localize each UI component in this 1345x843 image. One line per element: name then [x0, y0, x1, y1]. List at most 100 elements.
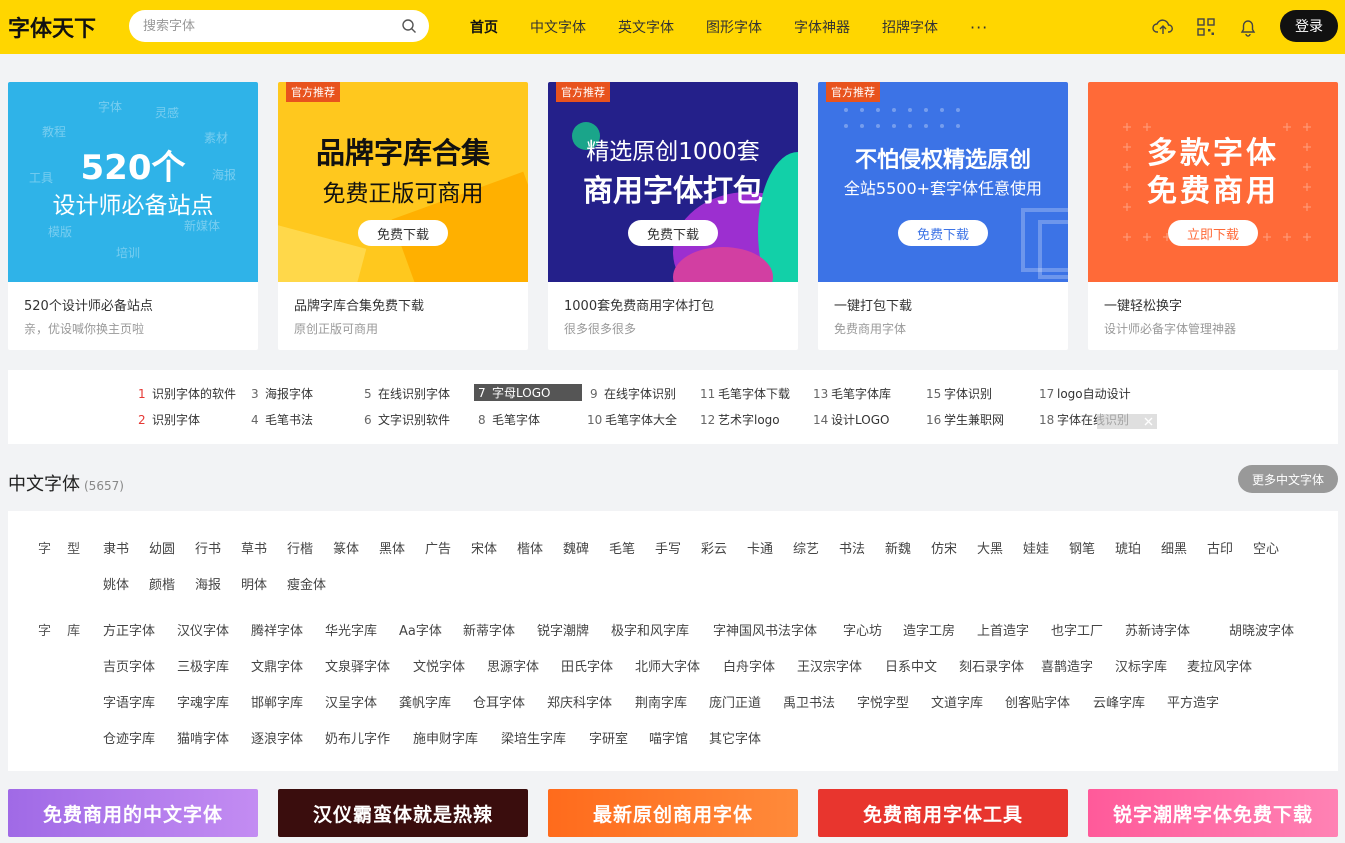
hot-search-item[interactable]: 1 识别字体的软件: [138, 385, 236, 402]
font-library-filter[interactable]: 邯郸字库: [251, 692, 303, 711]
download-now-button[interactable]: 立即下载: [1168, 220, 1258, 246]
hot-search-item[interactable]: 3 海报字体: [251, 385, 313, 402]
font-library-filter[interactable]: 平方造字: [1167, 692, 1219, 711]
font-library-filter[interactable]: 仓耳字体: [473, 692, 525, 711]
free-download-button[interactable]: 免费下载: [628, 220, 718, 246]
font-library-filter[interactable]: 施申财字库: [413, 728, 478, 747]
font-library-filter[interactable]: 字悦字型: [857, 692, 909, 711]
font-type-filter[interactable]: 钢笔: [1069, 538, 1095, 557]
font-library-filter[interactable]: 梁培生字库: [501, 728, 566, 747]
bottom-banner-free-chinese-fonts[interactable]: 免费商用的中文字体: [8, 789, 258, 837]
font-type-filter[interactable]: 黑体: [379, 538, 405, 557]
hot-search-item[interactable]: 6 文字识别软件: [364, 411, 450, 428]
font-type-filter[interactable]: 魏碑: [563, 538, 589, 557]
font-library-filter[interactable]: 逐浪字体: [251, 728, 303, 747]
font-library-filter[interactable]: 也字工厂: [1051, 620, 1103, 639]
font-library-filter[interactable]: 华光字库: [325, 620, 377, 639]
nav-more[interactable]: ···: [970, 18, 988, 37]
font-type-filter[interactable]: 明体: [241, 574, 267, 593]
font-type-filter[interactable]: 大黑: [977, 538, 1003, 557]
login-button[interactable]: 登录: [1280, 10, 1338, 42]
font-type-filter[interactable]: 书法: [839, 538, 865, 557]
card-title[interactable]: 1000套免费商用字体打包: [564, 295, 714, 314]
hot-search-item[interactable]: 10 毛笔字体大全: [587, 411, 677, 428]
font-library-filter[interactable]: 荆南字库: [635, 692, 687, 711]
upload-cloud-icon[interactable]: [1152, 16, 1174, 38]
card-banner[interactable]: 官方推荐 品牌字库合集 免费正版可商用 免费下载: [278, 82, 528, 282]
hot-search-item[interactable]: 12 艺术字logo: [700, 411, 780, 428]
free-download-button[interactable]: 免费下载: [358, 220, 448, 246]
hot-search-item[interactable]: 11 毛笔字体下载: [700, 385, 790, 402]
nav-home[interactable]: 首页: [470, 17, 498, 37]
font-library-filter[interactable]: 禹卫书法: [783, 692, 835, 711]
font-library-filter[interactable]: 胡晓波字体: [1229, 620, 1294, 639]
font-library-filter[interactable]: 王汉宗字体: [797, 656, 862, 675]
bottom-banner-hanyi-bamanti[interactable]: 汉仪霸蛮体就是热辣: [278, 789, 528, 837]
bottom-banner-ruizi-chaopai[interactable]: 锐字潮牌字体免费下载: [1088, 789, 1338, 837]
font-type-filter[interactable]: 空心: [1253, 538, 1279, 557]
font-type-filter[interactable]: 颜楷: [149, 574, 175, 593]
bell-icon[interactable]: [1237, 16, 1259, 38]
font-type-filter[interactable]: 彩云: [701, 538, 727, 557]
promo-card-520-sites[interactable]: 字体 灵感 教程 素材 工具 模版 培训 新媒体 海报 520个 设计师必备站点…: [8, 82, 258, 350]
search-icon[interactable]: [401, 18, 417, 34]
font-type-filter[interactable]: 草书: [241, 538, 267, 557]
font-type-filter[interactable]: 手写: [655, 538, 681, 557]
font-type-filter[interactable]: 新魏: [885, 538, 911, 557]
hot-search-item-selected[interactable]: 7 字母LOGO: [474, 384, 582, 401]
hot-search-item[interactable]: 15 字体识别: [926, 385, 992, 402]
font-type-filter[interactable]: 海报: [195, 574, 221, 593]
font-library-filter[interactable]: 喜鹊造字: [1041, 656, 1093, 675]
font-library-filter[interactable]: 汉呈字体: [325, 692, 377, 711]
search-input[interactable]: [143, 16, 393, 36]
font-type-filter[interactable]: 毛笔: [609, 538, 635, 557]
card-title[interactable]: 品牌字库合集免费下载: [294, 295, 424, 314]
nav-graphic-fonts[interactable]: 图形字体: [706, 17, 762, 37]
font-library-filter[interactable]: 田氏字体: [561, 656, 613, 675]
free-download-button[interactable]: 免费下载: [898, 220, 988, 246]
font-library-filter[interactable]: 郑庆科字体: [547, 692, 612, 711]
font-library-filter[interactable]: 三极字库: [177, 656, 229, 675]
font-library-filter[interactable]: 庞门正道: [709, 692, 761, 711]
font-library-filter[interactable]: 麦拉风字体: [1187, 656, 1252, 675]
nav-font-tools[interactable]: 字体神器: [794, 17, 850, 37]
font-library-filter[interactable]: 龚帆字库: [399, 692, 451, 711]
more-chinese-fonts-button[interactable]: 更多中文字体: [1238, 465, 1338, 493]
card-title[interactable]: 一键打包下载: [834, 295, 912, 314]
close-icon[interactable]: [1142, 415, 1155, 428]
promo-card-font-switch[interactable]: 多款字体 免费商用 立即下载 一键轻松换字 设计师必备字体管理神器: [1088, 82, 1338, 350]
font-type-filter[interactable]: 瘦金体: [287, 574, 326, 593]
font-type-filter[interactable]: 隶书: [103, 538, 129, 557]
font-library-filter[interactable]: 猫啃字体: [177, 728, 229, 747]
bottom-banner-new-original-fonts[interactable]: 最新原创商用字体: [548, 789, 798, 837]
font-type-filter[interactable]: 广告: [425, 538, 451, 557]
font-library-filter[interactable]: 上首造字: [977, 620, 1029, 639]
font-library-filter[interactable]: 汉标字库: [1115, 656, 1167, 675]
nav-sign-fonts[interactable]: 招牌字体: [882, 17, 938, 37]
site-logo[interactable]: 字体天下: [8, 11, 96, 43]
font-library-filter[interactable]: 文道字库: [931, 692, 983, 711]
font-type-filter[interactable]: 细黑: [1161, 538, 1187, 557]
promo-card-bundle-download[interactable]: 官方推荐 不怕侵权精选原创 全站5500+套字体任意使用 免费下载 一键打包下载…: [818, 82, 1068, 350]
font-library-filter[interactable]: Aa字体: [399, 620, 442, 639]
font-library-filter[interactable]: 文悦字体: [413, 656, 465, 675]
font-library-filter[interactable]: 日系中文: [885, 656, 937, 675]
font-library-filter[interactable]: 白舟字体: [723, 656, 775, 675]
font-library-filter[interactable]: 刻石录字体: [959, 656, 1024, 675]
card-banner[interactable]: 字体 灵感 教程 素材 工具 模版 培训 新媒体 海报 520个 设计师必备站点: [8, 82, 258, 282]
font-library-filter[interactable]: 云峰字库: [1093, 692, 1145, 711]
hot-search-item[interactable]: 13 毛笔字体库: [813, 385, 891, 402]
nav-chinese-fonts[interactable]: 中文字体: [530, 17, 586, 37]
hot-search-item[interactable]: 8 毛笔字体: [478, 411, 540, 428]
font-library-filter[interactable]: 喵字馆: [649, 728, 688, 747]
font-library-filter[interactable]: 思源字体: [487, 656, 539, 675]
font-library-filter[interactable]: 文泉驿字体: [325, 656, 390, 675]
font-type-filter[interactable]: 综艺: [793, 538, 819, 557]
promo-card-brand-fonts[interactable]: 官方推荐 品牌字库合集 免费正版可商用 免费下载 品牌字库合集免费下载 原创正版…: [278, 82, 528, 350]
nav-english-fonts[interactable]: 英文字体: [618, 17, 674, 37]
font-type-filter[interactable]: 行书: [195, 538, 221, 557]
hot-search-item[interactable]: 16 学生兼职网: [926, 411, 1004, 428]
card-banner[interactable]: 官方推荐 精选原创1000套 商用字体打包 免费下载: [548, 82, 798, 282]
font-library-filter[interactable]: 字神国风书法字体: [713, 620, 817, 639]
qrcode-icon[interactable]: [1195, 16, 1217, 38]
